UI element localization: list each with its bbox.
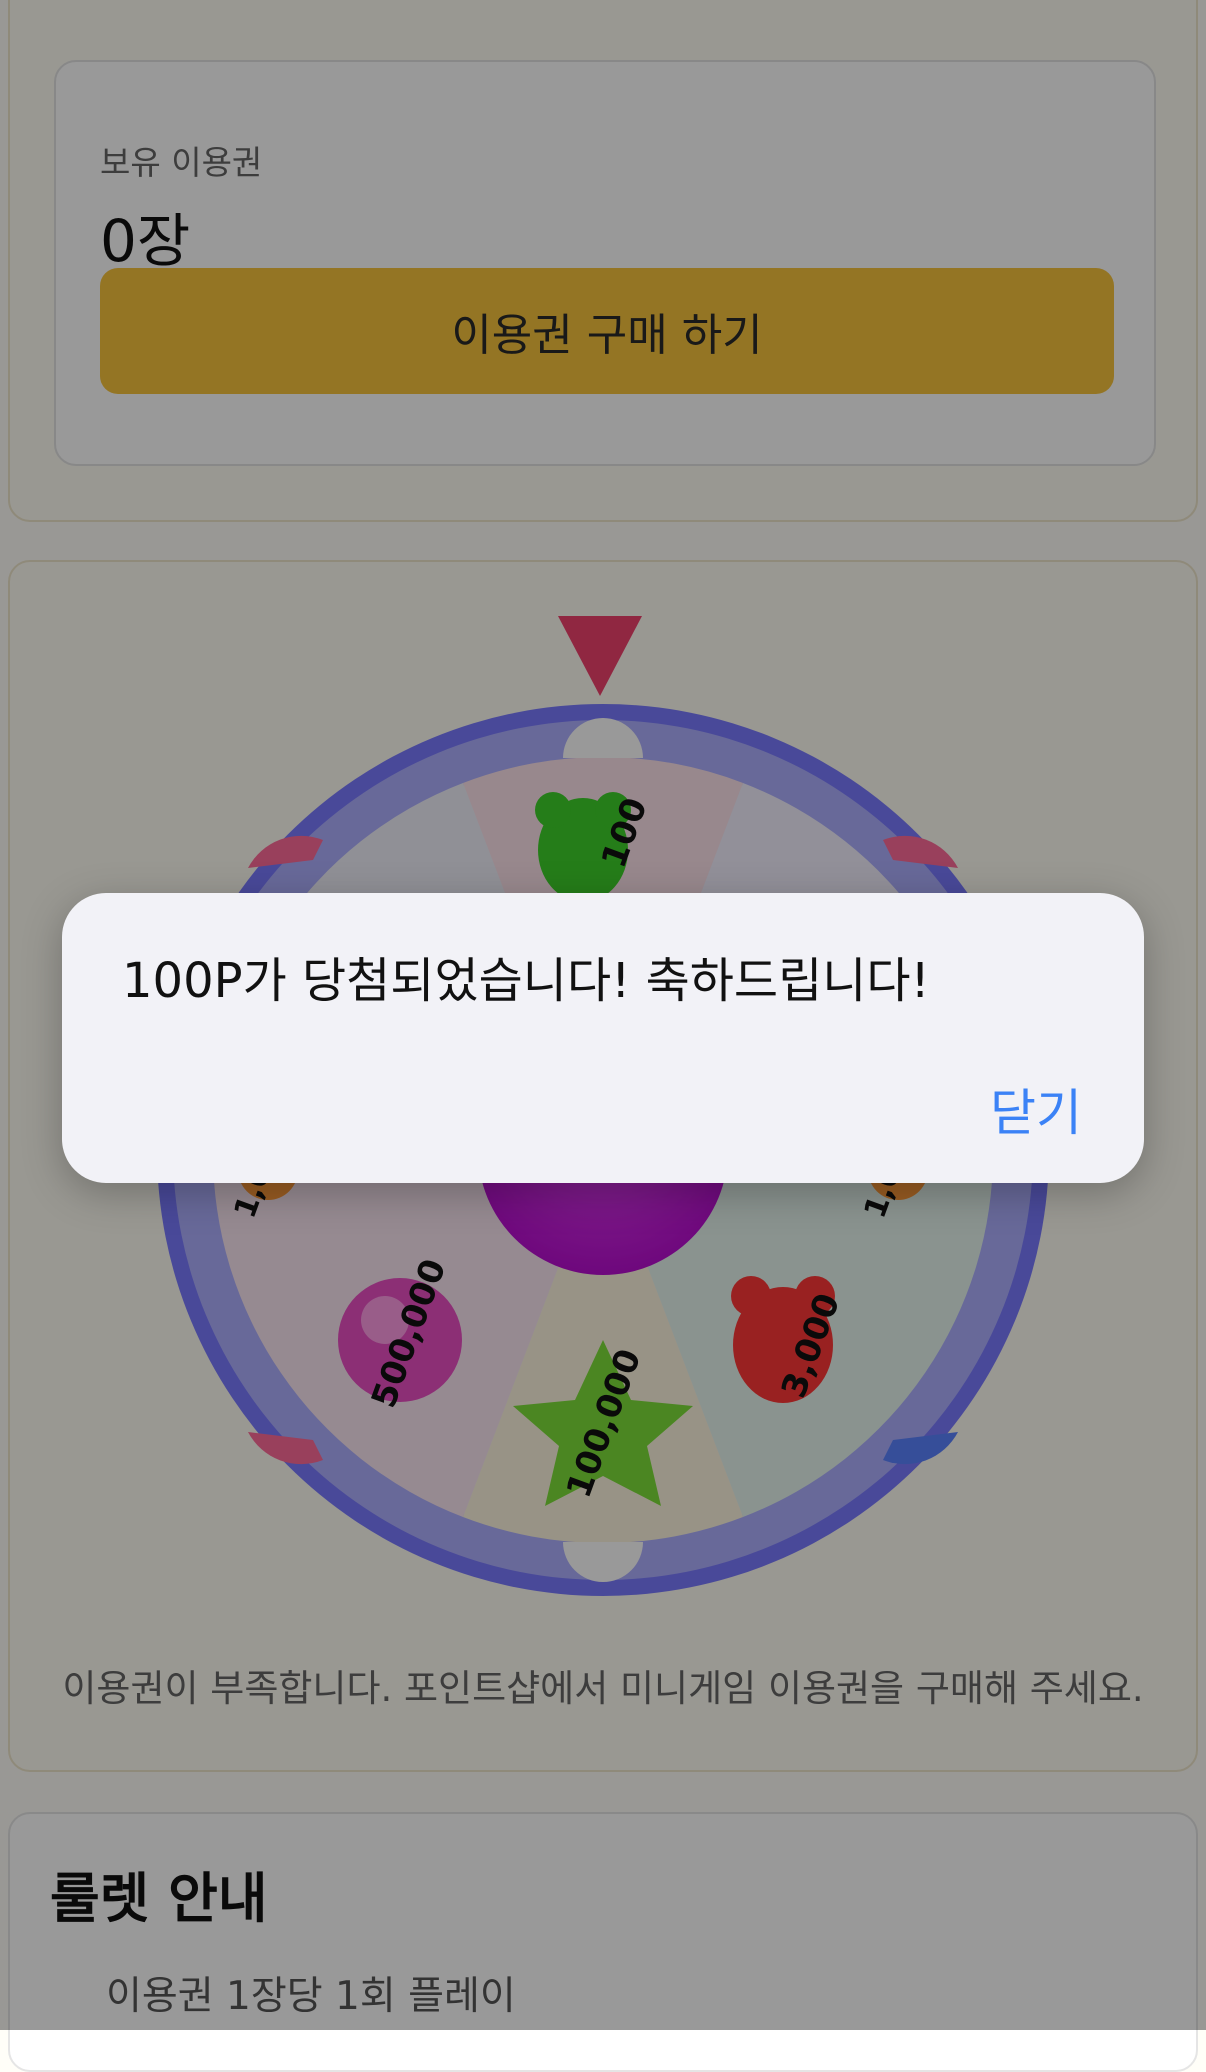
alert-dialog: 100P가 당첨되었습니다! 축하드립니다! 닫기 [62,893,1144,1183]
alert-message: 100P가 당첨되었습니다! 축하드립니다! [122,953,930,1009]
page: 보유 이용권 0장 이용권 구매 하기 100 500,000 100,000 … [0,0,1206,2072]
close-button[interactable]: 닫기 [990,1073,1082,1145]
